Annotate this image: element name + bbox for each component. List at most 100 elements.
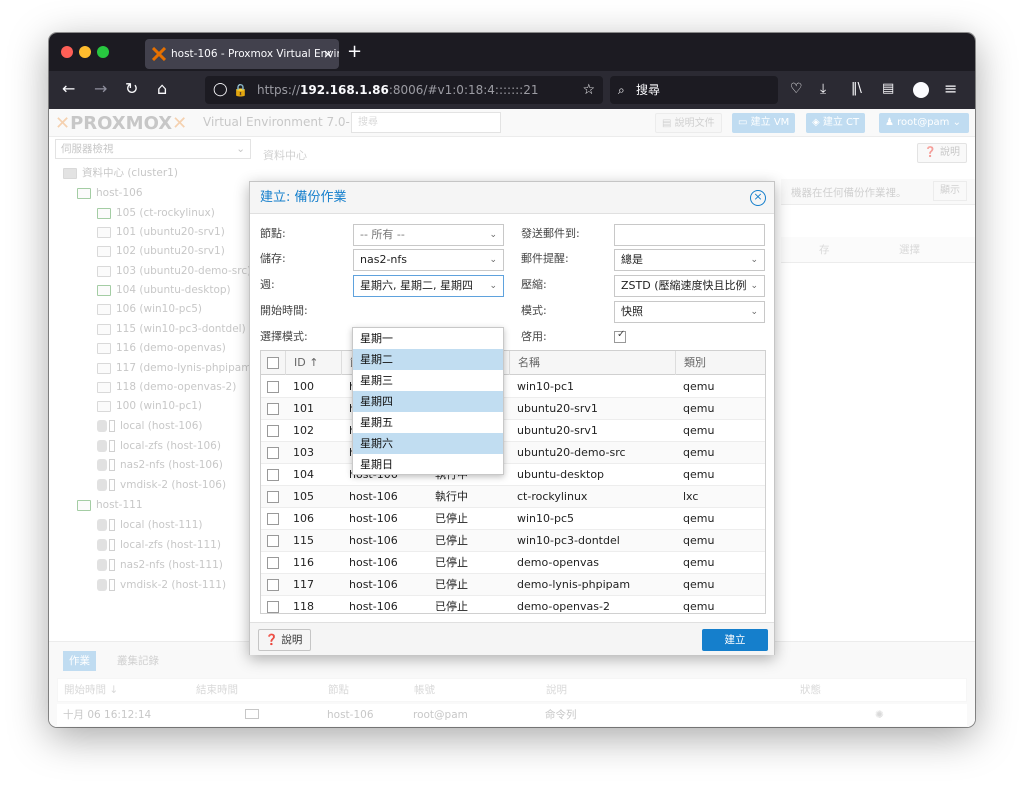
table-row[interactable]: 106 host-106 已停止 win10-pc5 qemu (261, 508, 765, 530)
select-mode-label: 選擇模式: (260, 330, 308, 343)
row-checkbox[interactable] (267, 601, 279, 613)
row-checkbox[interactable] (267, 381, 279, 393)
pocket-icon[interactable]: ♡ (790, 79, 803, 99)
sidebar-icon[interactable]: ▤ (882, 79, 894, 99)
node-select[interactable]: -- 所有 -- ⌄ (353, 224, 504, 246)
cell-name: ubuntu-desktop (517, 468, 605, 481)
url-bar[interactable]: ◯ 🔒 https://192.168.1.86:8006/#v1:0:18:4… (205, 76, 603, 104)
table-row[interactable]: 103host-106已停止ubuntu20-demo-srcqemu (261, 442, 765, 464)
cell-id: 100 (293, 380, 314, 393)
search-icon: ⌕ (618, 83, 625, 97)
week-select[interactable]: 星期六, 星期二, 星期四 ⌄ (353, 275, 504, 297)
browser-search-bar[interactable]: ⌕ 搜尋 (610, 76, 778, 104)
browser-tab[interactable]: host-106 - Proxmox Virtual Envir × (145, 39, 339, 69)
row-checkbox[interactable] (267, 425, 279, 437)
row-checkbox[interactable] (267, 469, 279, 481)
weekday-option[interactable]: 星期四 (353, 391, 503, 412)
dialog-footer: ❓ 說明 建立 (250, 622, 774, 655)
weekday-dropdown-list: 星期一 星期二 星期三 星期四 星期五 星期六 星期日 (352, 327, 504, 475)
library-icon[interactable]: ‖\ (851, 79, 862, 99)
menu-icon[interactable]: ≡ (944, 79, 957, 99)
mode-select[interactable]: 快照 ⌄ (614, 301, 765, 323)
table-row[interactable]: 100host-106win10-pc1qemu (261, 376, 765, 398)
storage-select[interactable]: nas2-nfs ⌄ (353, 249, 504, 271)
maximize-window-button[interactable] (97, 46, 109, 58)
compress-label: 壓縮: (521, 278, 547, 291)
bookmark-star-icon[interactable]: ☆ (582, 76, 595, 104)
close-window-button[interactable] (61, 46, 73, 58)
url-path: :8006/#v1:0:18:4:::::::21 (388, 83, 539, 97)
forward-icon[interactable]: → (94, 79, 107, 99)
table-row[interactable]: 117 host-106 已停止 demo-lynis-phpipam qemu (261, 574, 765, 596)
cell-name: win10-pc3-dontdel (517, 534, 620, 547)
home-icon[interactable]: ⌂ (157, 79, 167, 99)
table-row[interactable]: 101host-106ubuntu20-srv1qemu (261, 398, 765, 420)
tab-title: host-106 - Proxmox Virtual Envir (171, 48, 339, 60)
title-bar: host-106 - Proxmox Virtual Envir × + (49, 33, 975, 71)
table-row[interactable]: 102host-106ubuntu20-srv1qemu (261, 420, 765, 442)
close-icon[interactable]: × (750, 190, 766, 206)
chevron-down-icon: ⌄ (750, 307, 758, 317)
select-all-checkbox[interactable] (267, 357, 279, 369)
grid-header: ID ↑ 節 名稱 類別 (261, 351, 765, 375)
cell-id: 104 (293, 468, 314, 481)
row-checkbox[interactable] (267, 403, 279, 415)
download-icon[interactable]: ⤓ (820, 79, 826, 99)
cell-id: 118 (293, 600, 314, 613)
new-tab-button[interactable]: + (347, 41, 362, 63)
col-name[interactable]: 名稱 (509, 351, 675, 375)
weekday-option[interactable]: 星期三 (353, 370, 503, 391)
col-id[interactable]: ID ↑ (285, 351, 341, 375)
enable-checkbox[interactable]: ✓ (614, 329, 626, 343)
weekday-option[interactable]: 星期日 (353, 454, 503, 475)
url-host: 192.168.1.86 (300, 83, 389, 97)
row-checkbox[interactable] (267, 491, 279, 503)
reload-icon[interactable]: ↻ (125, 79, 138, 99)
storage-label: 儲存: (260, 252, 286, 265)
shield-icon[interactable]: ◯ (213, 76, 228, 104)
email-input[interactable] (614, 224, 765, 246)
chevron-down-icon: ⌄ (489, 230, 497, 240)
table-row[interactable]: 105 host-106 執行中 ct-rockylinux lxc (261, 486, 765, 508)
compress-select[interactable]: ZSTD (壓縮速度快且比例 ⌄ (614, 275, 765, 297)
chevron-down-icon: ⌄ (747, 276, 758, 296)
dialog-help-button[interactable]: ❓ 說明 (258, 629, 312, 651)
tab-close-icon[interactable]: × (323, 39, 333, 69)
backup-job-dialog: 建立: 備份作業 × 節點: -- 所有 -- ⌄ 儲存: nas2-nfs ⌄ 週… (249, 181, 775, 655)
table-row[interactable]: 115 host-106 已停止 win10-pc3-dontdel qemu (261, 530, 765, 552)
table-row[interactable]: 118 host-106 已停止 demo-openvas-2 qemu (261, 596, 765, 613)
minimize-window-button[interactable] (79, 46, 91, 58)
cell-type: qemu (683, 468, 715, 481)
col-type[interactable]: 類別 (675, 351, 765, 375)
notify-select[interactable]: 總是 ⌄ (614, 249, 765, 271)
weekday-option[interactable]: 星期一 (353, 328, 503, 349)
url-scheme: https:// (257, 83, 301, 97)
row-checkbox[interactable] (267, 535, 279, 547)
weekday-option[interactable]: 星期二 (353, 349, 503, 370)
cell-name: win10-pc5 (517, 512, 575, 525)
create-button[interactable]: 建立 (702, 629, 768, 651)
account-icon[interactable] (913, 82, 929, 98)
back-icon[interactable]: ← (62, 79, 75, 99)
row-checkbox[interactable] (267, 579, 279, 591)
weekday-option[interactable]: 星期六 (353, 433, 503, 454)
proxmox-favicon-icon (152, 47, 166, 61)
node-label: 節點: (260, 227, 286, 240)
cell-name: ubuntu20-srv1 (517, 424, 598, 437)
cell-id: 116 (293, 556, 314, 569)
cell-name: ubuntu20-demo-src (517, 446, 626, 459)
row-checkbox[interactable] (267, 447, 279, 459)
cell-id: 102 (293, 424, 314, 437)
row-checkbox[interactable] (267, 513, 279, 525)
weekday-option[interactable]: 星期五 (353, 412, 503, 433)
cell-node: host-106 (349, 556, 398, 569)
cell-name: win10-pc1 (517, 380, 575, 393)
table-row[interactable]: 104host-106執行中ubuntu-desktopqemu (261, 464, 765, 486)
lock-icon[interactable]: 🔒 (233, 76, 248, 104)
cell-node: host-106 (349, 578, 398, 591)
chevron-down-icon: ⌄ (489, 281, 497, 291)
table-row[interactable]: 116 host-106 已停止 demo-openvas qemu (261, 552, 765, 574)
cell-status: 已停止 (435, 556, 468, 569)
browser-window: host-106 - Proxmox Virtual Envir × + ← →… (49, 33, 975, 727)
row-checkbox[interactable] (267, 557, 279, 569)
